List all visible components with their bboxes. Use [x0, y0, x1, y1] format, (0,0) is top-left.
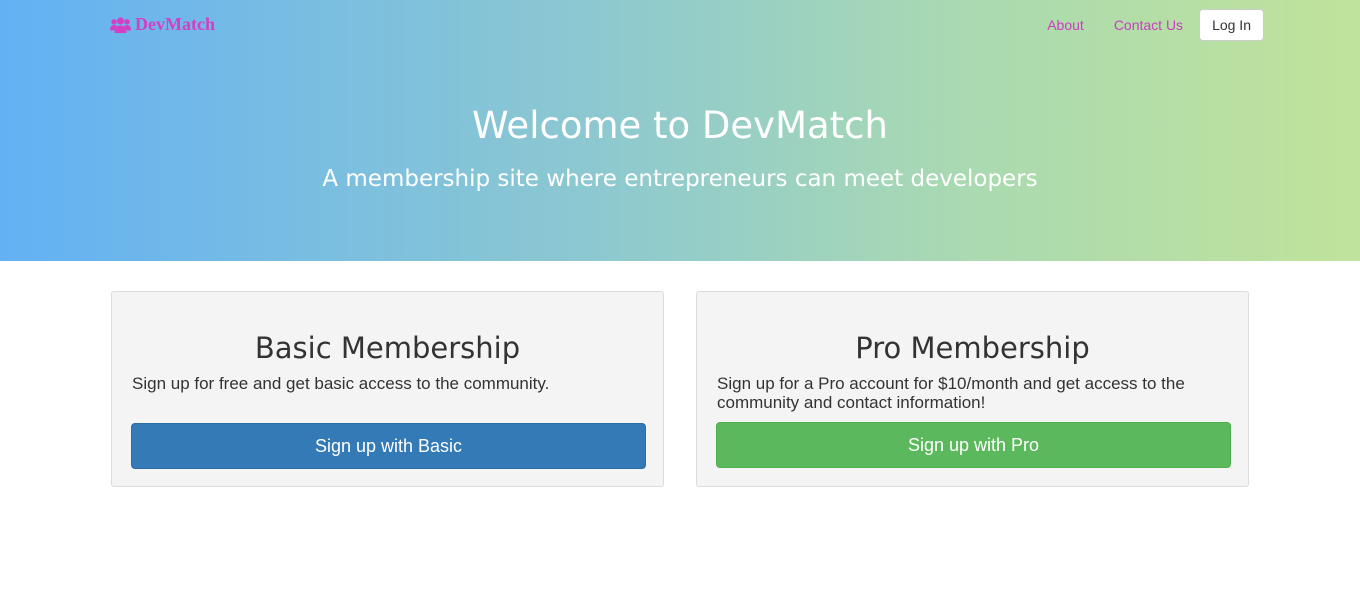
- signup-basic-button[interactable]: Sign up with Basic: [131, 423, 646, 469]
- nav-links: About Contact Us Log In: [1032, 9, 1264, 41]
- nav-link-contact[interactable]: Contact Us: [1099, 9, 1198, 41]
- login-button[interactable]: Log In: [1199, 9, 1264, 41]
- nav-link-about[interactable]: About: [1032, 9, 1099, 41]
- basic-membership-card: Basic Membership Sign up for free and ge…: [111, 291, 664, 487]
- hero-title: Welcome to DevMatch: [472, 104, 888, 147]
- users-icon: [110, 16, 131, 33]
- hero-banner: DevMatch About Contact Us Log In Welcome…: [0, 0, 1360, 261]
- brand-name: DevMatch: [135, 14, 215, 34]
- hero-subtitle: A membership site where entrepreneurs ca…: [322, 166, 1038, 192]
- brand-link[interactable]: DevMatch: [110, 14, 215, 35]
- pro-membership-title: Pro Membership: [855, 331, 1090, 365]
- pro-membership-card: Pro Membership Sign up for a Pro account…: [696, 291, 1249, 487]
- navbar: DevMatch About Contact Us Log In: [0, 0, 1360, 50]
- signup-pro-button[interactable]: Sign up with Pro: [716, 422, 1231, 468]
- basic-membership-title: Basic Membership: [254, 331, 521, 365]
- pro-membership-description: Sign up for a Pro account for $10/month …: [717, 374, 1185, 412]
- basic-membership-description: Sign up for free and get basic access to…: [132, 374, 550, 393]
